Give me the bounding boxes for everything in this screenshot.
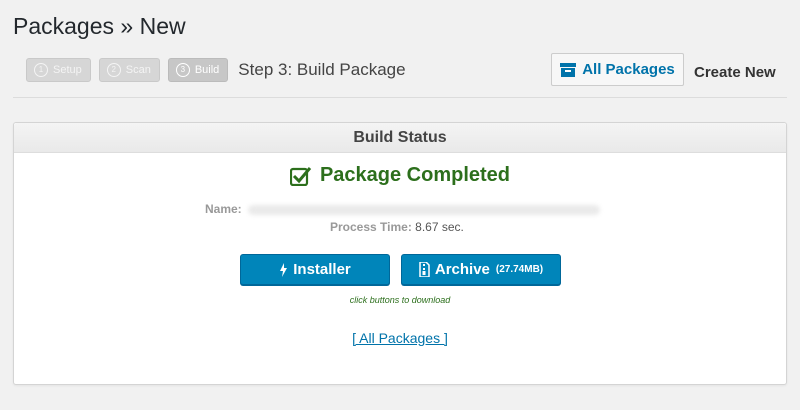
step-number: 2 [106,63,121,77]
create-new-link[interactable]: Create New [694,64,776,81]
all-packages-label: All Packages [582,61,675,78]
process-time-label: Process Time: [330,220,412,234]
step-build: 3 Build [167,58,229,82]
archive-button[interactable]: Archive (27.74MB) [401,254,561,285]
status-message: Package Completed [14,164,786,187]
bolt-icon [279,262,288,277]
build-status-panel: Build Status Package Completed Name: Pro… [13,122,787,385]
process-time-value: 8.67 sec. [415,220,464,234]
download-hint: click buttons to download [349,295,451,305]
step-number: 1 [34,63,48,77]
all-packages-link[interactable]: [ All Packages ] [14,330,786,346]
step-number: 3 [175,63,190,77]
step-scan: 2 Scan [98,58,160,82]
zip-file-icon [419,262,430,277]
step-title: Step 3: Build Package [238,60,406,79]
check-square-icon [289,166,312,186]
all-packages-button[interactable]: All Packages [551,53,684,86]
wizard-steps: 1 Setup 2 Scan 3 Build Step 3: Build Pac… [26,58,406,82]
panel-title: Build Status [14,123,786,153]
divider [13,97,787,98]
package-name-row: Name: [205,202,600,216]
process-time-row: Process Time: 8.67 sec. [330,220,464,234]
archive-size: (27.74MB) [495,264,544,275]
package-name-value [247,204,600,215]
step-label: Scan [125,64,151,76]
installer-button[interactable]: Installer [240,254,390,285]
name-label: Name: [205,202,242,216]
archive-label: Archive [434,261,490,278]
step-label: Setup [53,64,82,76]
box-icon [560,62,577,77]
step-setup: 1 Setup [26,58,91,82]
status-text: Package Completed [319,164,511,186]
step-label: Build [194,64,220,76]
page-title: Packages » New [13,13,186,39]
installer-label: Installer [293,261,351,278]
